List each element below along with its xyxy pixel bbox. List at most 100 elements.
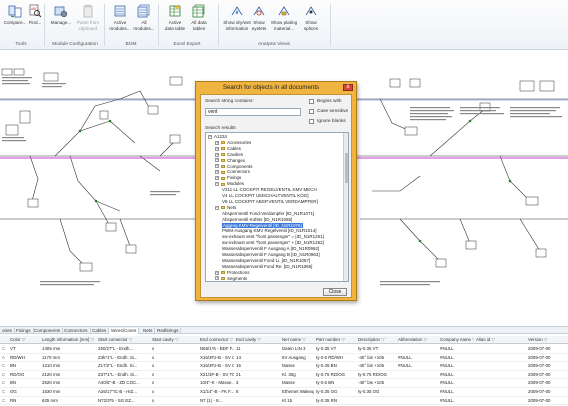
table-cell: x [152,363,155,369]
group-label-tools: Tools [15,42,27,47]
column-header[interactable]: Version ▽ [528,336,566,344]
folder-icon [221,276,225,280]
table-cell: Daten LIN 3 [282,346,306,351]
tree-scrollbar[interactable] [343,133,348,281]
tab-cables[interactable]: Cables [90,328,110,334]
show-splices-button[interactable]: Show splices [297,4,325,38]
expand-icon[interactable]: + [215,152,219,157]
filter-icon[interactable]: ▽ [89,337,94,342]
table-cell: ty-0.5 BN [316,380,335,386]
table-row[interactable]: C RD/OG 2120 mm Z37*1"L - Endh. Si... x X21/3… [0,371,568,380]
collapse-icon[interactable]: − [215,205,219,210]
expand-icon[interactable]: + [215,140,219,145]
filter-icon[interactable]: ▽ [256,337,260,342]
column-header-label: Net name [282,337,302,342]
column-header-label: Start connector [98,337,128,342]
table-cell: X15/3F2-B - SV C... [200,363,234,369]
manage-button[interactable]: Manage... [47,4,75,38]
ignore-blanks-label: Ignore blanks [317,119,346,124]
table-row[interactable]: C BN 1210 mm Z17/2"L - Endh. Si... x X15/3F2-… [0,362,568,371]
column-header-label: Alias id [476,337,491,342]
tab-connectors[interactable]: Connectors [62,328,91,334]
tab-redlinings[interactable]: Redlinings [155,328,182,334]
tab-wires-cores[interactable]: Wires/Cores [109,328,140,334]
column-header[interactable]: Color ▽ [10,336,40,344]
filter-icon[interactable]: ▽ [422,337,427,342]
column-header[interactable]: Net name ▽ [282,336,314,344]
all-modules-label: All modules... [133,20,155,31]
all-modules-button[interactable]: All modules... [130,4,158,38]
table-row[interactable]: C OG 1530 mm A26/17"IC-B - HIZ... x X1/14"-B … [0,388,568,397]
column-header[interactable]: Start connector ▽ [98,336,150,344]
filter-icon[interactable]: ▽ [490,337,494,342]
expand-icon[interactable]: + [215,176,219,181]
harness-drawing-canvas[interactable]: Search for objects in all documents x Se… [0,51,568,321]
tab-ories[interactable]: ories [0,328,15,334]
table-cell: x [152,371,155,377]
expand-icon[interactable]: + [215,170,219,175]
filter-icon[interactable]: ▽ [471,337,474,342]
splice-icon [305,6,317,16]
column-header[interactable]: Length information [mm] ▽ [42,336,96,344]
filter-icon[interactable]: ▽ [380,337,384,342]
expand-icon[interactable]: + [215,158,219,163]
column-header[interactable]: Part number ▽ [316,336,356,344]
expand-icon[interactable]: + [215,270,219,275]
filter-icon[interactable]: ▽ [340,337,344,342]
column-header[interactable]: Abbreviation ▽ [398,336,438,344]
filter-icon[interactable]: ▽ [21,337,25,342]
tab-fixings[interactable]: Fixings [14,328,34,334]
filter-icon[interactable]: ▽ [174,337,178,342]
show-plating-material-button[interactable]: Show plating material... [268,4,300,38]
show-plating-material-label: Show plating material... [270,20,298,31]
table-cell: ty-0.75 RD/OG [358,371,388,377]
column-header[interactable]: Start cavity ▽ [152,336,198,344]
tree-item-label: Absperrventil Kühler [ID_N1R1065] [222,216,293,222]
dialog-close-icon[interactable]: x [343,84,353,91]
tab-nets[interactable]: Nets [141,328,156,334]
tree-scrollbar-thumb[interactable] [345,153,348,183]
begins-with-checkbox[interactable] [309,99,314,104]
tree-item[interactable]: V8 LL COCKPIT ABSP.VENTIL VERDAMPFER] [222,199,318,205]
expand-icon[interactable]: + [215,164,219,169]
table-cell: -40° bis +105 [358,363,385,369]
table-cell: x [152,380,155,386]
tree-item-label: sw-exhaust vent "front passenger" = [ID_… [222,234,324,240]
ignore-blanks-checkbox[interactable] [309,119,314,124]
folder-icon [221,271,225,274]
search-input[interactable]: vent [205,108,301,116]
search-results-tree[interactable]: − A1234 + Accessories + Cables + Cavities + Chang… [205,132,349,282]
close-button[interactable]: Close [323,288,347,296]
column-header[interactable]: Company name ▽ [440,336,474,344]
collapse-icon[interactable]: − [208,134,212,139]
column-header[interactable]: Description ▽ [358,336,396,344]
tree-item[interactable]: + Segments [215,276,247,281]
wires-grid: Color ▽ Length information [mm] ▽ Start co… [0,336,568,406]
table-row[interactable]: A RD/WH 1170 mm Z3k*1"L - Endh. Si... x X15/3… [0,354,568,363]
column-header[interactable]: Alias id ▽ [476,336,526,344]
all-data-tables-button[interactable]: All data tables [185,4,213,38]
column-header[interactable]: End cavity ▽ [236,336,280,344]
case-sensitive-checkbox[interactable] [309,109,314,114]
filter-icon[interactable]: ▽ [301,337,305,342]
table-cell: X1/14"-B - FK F... [200,389,234,394]
filter-icon[interactable]: ▽ [543,337,547,342]
paste-from-clipboard-button[interactable]: Paste from clipboard [74,4,102,38]
column-header-label: Length information [mm] [42,337,90,342]
column-header[interactable]: End connector ▽ [200,336,234,344]
collapse-icon[interactable]: − [215,182,219,186]
table-cell: #NULL [398,363,412,369]
table-row[interactable]: C VT 1405 mm 250/27"L - Endh... x N65/1*6 - B… [0,345,568,354]
tab-components[interactable]: Components [32,328,64,334]
table-row[interactable]: C BN 2520 mm A40/5"-B - ZD COC... x 10/4"-K -… [0,379,568,388]
table-cell: N65/1*6 - BDF F... [200,346,234,351]
expand-icon[interactable]: + [215,276,219,281]
folder-icon [221,176,225,180]
filter-icon[interactable]: ▽ [228,337,233,342]
tree-item-label: Modules [227,181,245,187]
table-cell: RD/WH [10,354,25,360]
filter-icon[interactable]: ▽ [128,337,132,342]
table-cell: 250/27"L - Endh... [98,346,134,351]
table-row[interactable]: C RN 625 mm N72/3*5 - SG EZ... x N7 (1) - 8..… [0,397,568,406]
expand-icon[interactable]: + [215,146,219,151]
